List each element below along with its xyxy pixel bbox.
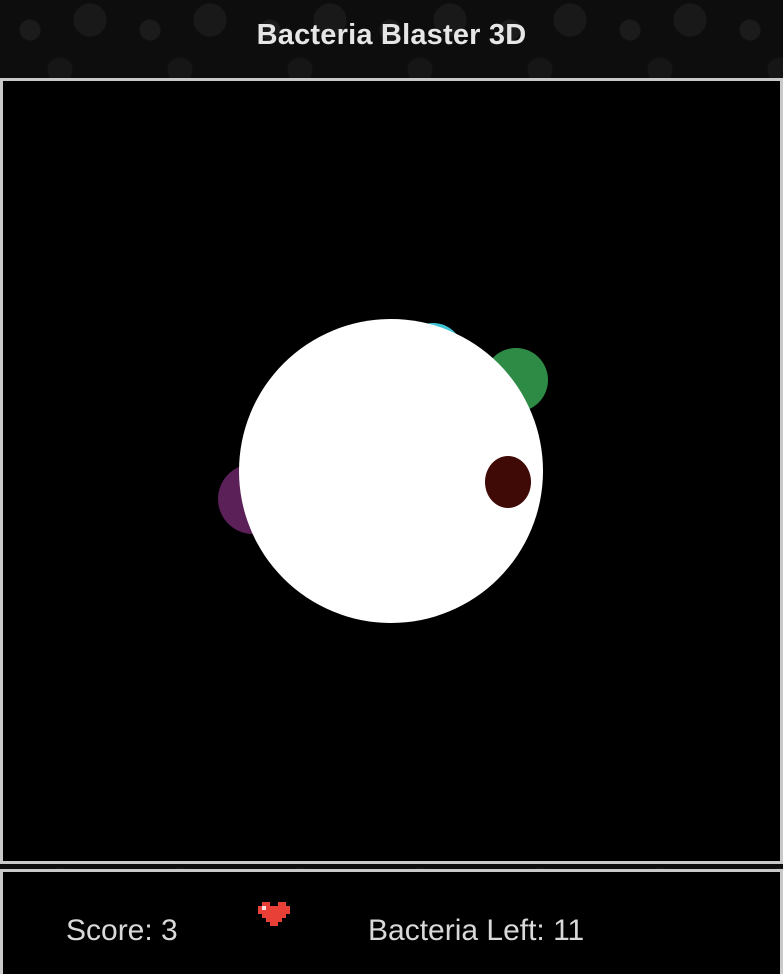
game-page: Bacteria Blaster 3D Score: 3 Bacteria Le…: [0, 0, 783, 974]
heart-highlight: [262, 906, 266, 910]
game-viewport[interactable]: [0, 78, 783, 864]
bacteria-left-counter: Bacteria Left: 11: [368, 914, 585, 947]
game-canvas[interactable]: [3, 81, 780, 861]
title-bar: Bacteria Blaster 3D: [0, 0, 783, 76]
bacterium-dark-red[interactable]: [485, 456, 531, 508]
status-bar: Score: 3 Bacteria Left: 11: [0, 869, 783, 974]
game-title: Bacteria Blaster 3D: [256, 18, 527, 51]
score-display: Score: 3: [66, 914, 178, 947]
heart-icon: [258, 902, 290, 926]
